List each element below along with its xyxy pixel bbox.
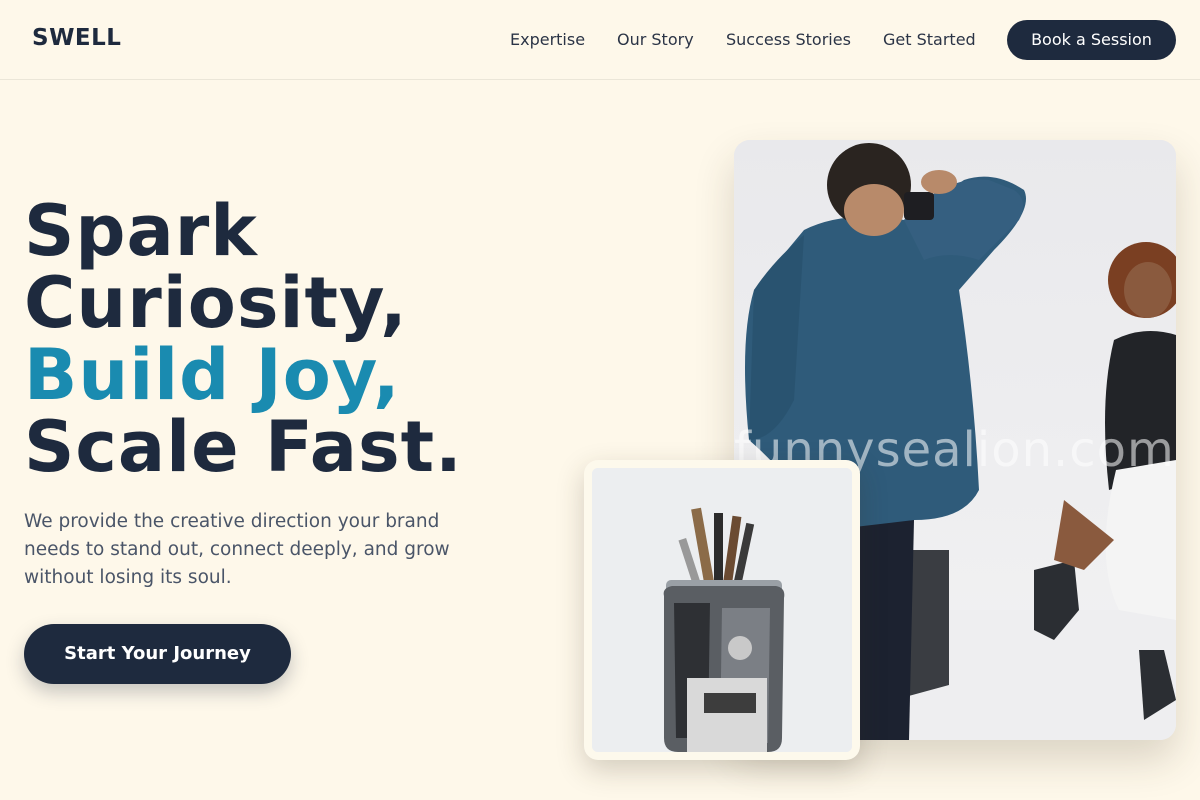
hero-title-line-1: Spark [24, 190, 258, 272]
nav-link-get-started[interactable]: Get Started [883, 30, 976, 49]
hero-title-line-2: Curiosity, [24, 262, 408, 344]
hero-subtitle: We provide the creative direction your b… [24, 511, 450, 588]
hero-title-accent: Build Joy, [24, 334, 401, 416]
hero-title: Spark Curiosity, Build Joy, Scale Fast. [24, 195, 463, 483]
hero-photo-secondary [592, 468, 852, 752]
start-journey-button[interactable]: Start Your Journey [24, 624, 291, 684]
book-session-button[interactable]: Book a Session [1007, 20, 1176, 60]
nav-link-our-story[interactable]: Our Story [617, 30, 694, 49]
nav-link-success-stories[interactable]: Success Stories [726, 30, 851, 49]
brush-jar-illustration [592, 468, 852, 752]
site-header: SWELL Expertise Our Story Success Storie… [0, 0, 1200, 80]
brand-logo[interactable]: SWELL [32, 25, 121, 51]
hero-title-line-4: Scale Fast. [24, 406, 463, 488]
hero-photo-secondary-frame [584, 460, 860, 760]
nav-link-expertise[interactable]: Expertise [510, 30, 585, 49]
